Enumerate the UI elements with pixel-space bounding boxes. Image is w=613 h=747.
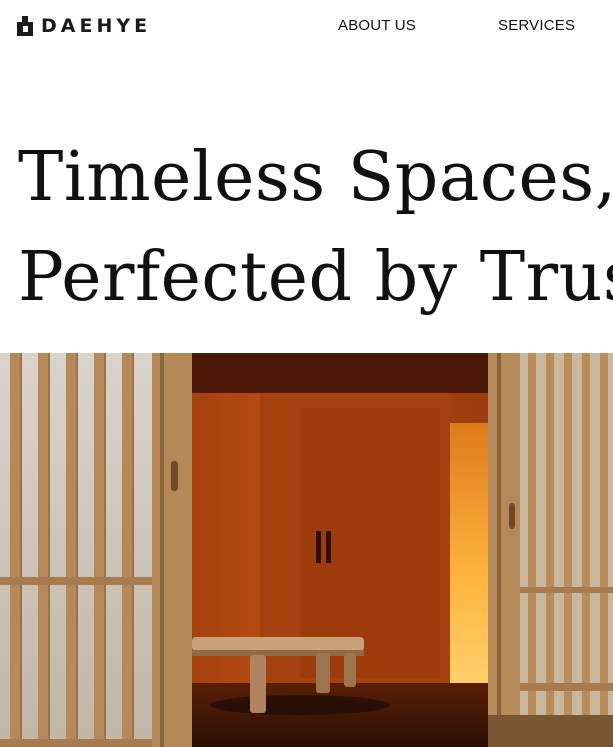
nav-link-services[interactable]: SERVICES <box>498 17 575 34</box>
hero-headline-line-2: Perfected by Trus <box>18 238 613 317</box>
brand-name: DAEHYE <box>41 15 152 37</box>
hero-headline: Timeless Spaces, Perfected by Trus <box>18 128 613 328</box>
logo-icon <box>17 16 33 36</box>
brand-logo[interactable]: DAEHYE <box>17 15 151 37</box>
top-navigation: DAEHYE ABOUT US SERVICES <box>0 0 613 52</box>
hero-headline-line-1: Timeless Spaces, <box>18 138 613 217</box>
nav-link-about-us[interactable]: ABOUT US <box>338 17 416 34</box>
hero-image-interior <box>0 353 613 747</box>
